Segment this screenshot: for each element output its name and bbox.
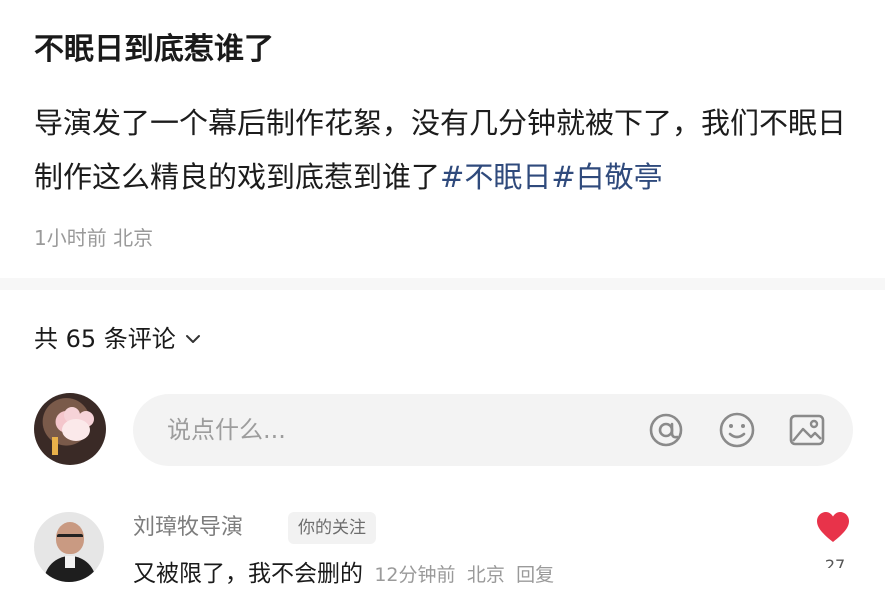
section-divider [0, 278, 885, 290]
comment-location: 北京 [466, 564, 505, 586]
reply-button[interactable]: 回复 [516, 564, 554, 586]
hashtag-link[interactable]: #白敬亭 [551, 160, 662, 194]
at-icon[interactable] [646, 410, 686, 450]
comment-body: 又被限了，我不会删的 12分钟前 北京 回复 [133, 557, 554, 592]
post-title: 不眠日到底惹谁了 [34, 32, 274, 67]
my-avatar[interactable] [34, 393, 106, 465]
comment-author-name[interactable]: 刘璋牧导演 [133, 512, 243, 544]
image-icon[interactable] [787, 410, 827, 450]
comment-input[interactable]: 说点什么... [133, 394, 853, 466]
comment-count-label: 共 65 条评论 [34, 325, 176, 353]
comment-time: 12分钟前 [374, 564, 456, 586]
post-meta: 1小时前 北京 [34, 226, 154, 250]
like-count: 27 [824, 556, 846, 568]
comment-text: 又被限了，我不会删的 [133, 561, 363, 587]
comment-count-sort-button[interactable]: 共 65 条评论 [34, 322, 202, 356]
following-badge: 你的关注 [288, 512, 376, 544]
hashtag-link[interactable]: #不眠日 [440, 160, 551, 194]
chevron-down-icon [185, 335, 200, 343]
post-content: 导演发了一个幕后制作花絮，没有几分钟就被下了，我们不眠日制作这么精良的戏到底惹到… [34, 96, 864, 204]
comment-author-avatar[interactable] [34, 512, 104, 582]
comment-input-placeholder: 说点什么... [167, 416, 286, 444]
emoji-icon[interactable] [717, 410, 757, 450]
heart-icon[interactable] [815, 510, 851, 544]
